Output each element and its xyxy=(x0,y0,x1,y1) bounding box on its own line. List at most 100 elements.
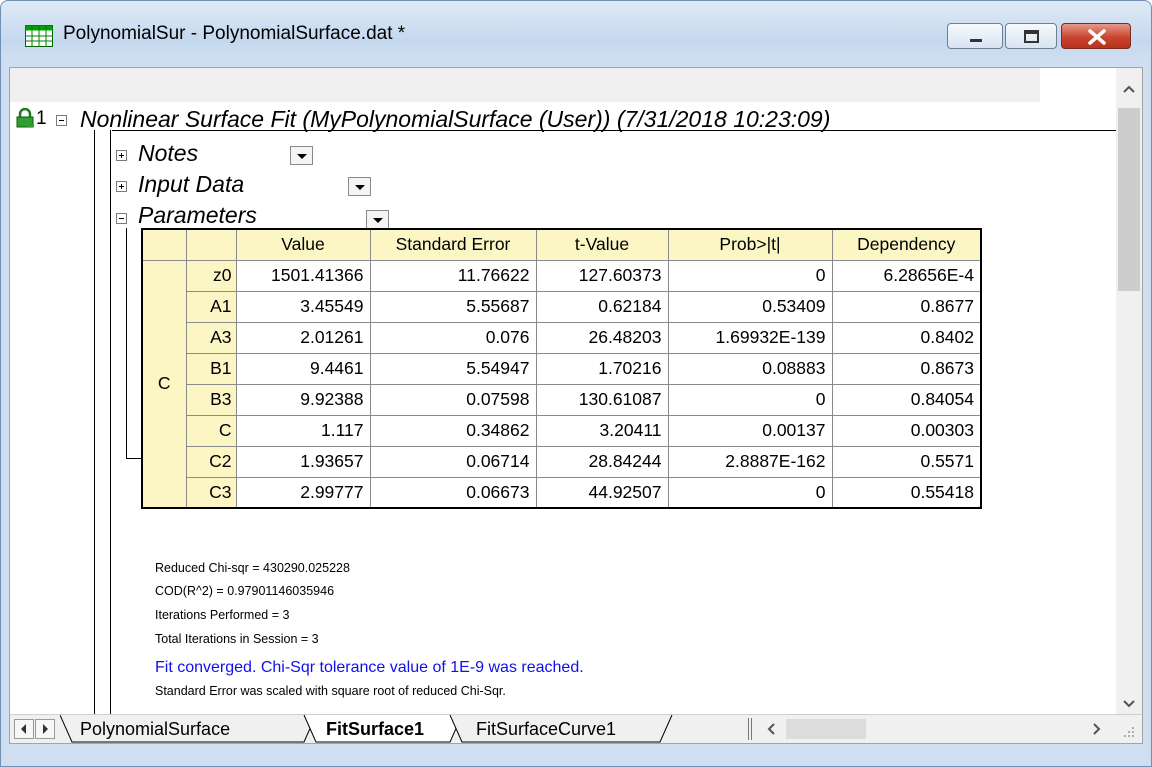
parameter-name[interactable]: B3 xyxy=(185,383,237,416)
section-parameters[interactable]: Parameters xyxy=(138,202,257,229)
column-header[interactable]: Dependency xyxy=(831,228,982,261)
input-data-dropdown[interactable] xyxy=(348,177,371,196)
parameter-name[interactable]: C2 xyxy=(185,445,237,478)
cell-t-value[interactable]: 1.70216 xyxy=(535,352,669,385)
tab-nav-left-button[interactable] xyxy=(14,719,34,739)
column-header[interactable]: Standard Error xyxy=(369,228,537,261)
tree-line xyxy=(110,130,111,714)
minimize-button[interactable] xyxy=(947,23,1003,49)
maximize-button[interactable] xyxy=(1005,23,1057,49)
column-header[interactable]: t-Value xyxy=(535,228,669,261)
cell-t-value[interactable]: 0.62184 xyxy=(535,290,669,323)
cell-t-value[interactable]: 26.48203 xyxy=(535,321,669,354)
table-row: C 1.117 0.34862 3.20411 0.00137 0.00303 xyxy=(142,414,982,447)
parameter-name[interactable]: B1 xyxy=(185,352,237,385)
cod-text: COD(R^2) = 0.97901146035946 xyxy=(155,584,335,598)
table-corner xyxy=(141,228,187,261)
cell-value[interactable]: 9.4461 xyxy=(235,352,371,385)
scroll-left-icon[interactable] xyxy=(762,719,782,739)
cell-t-value[interactable]: 130.61087 xyxy=(535,383,669,416)
close-icon xyxy=(1088,29,1106,45)
cell-standard-error[interactable]: 0.076 xyxy=(369,321,537,354)
report-sheet[interactable]: 1 Nonlinear Surface Fit (MyPolynomialSur… xyxy=(10,68,1116,714)
parameter-group: C xyxy=(141,259,187,509)
cell-standard-error[interactable]: 0.06714 xyxy=(369,445,537,478)
scroll-up-icon[interactable] xyxy=(1116,76,1142,102)
cell-dependency[interactable]: 0.84054 xyxy=(831,383,982,416)
title-bar[interactable]: PolynomialSur - PolynomialSurface.dat * xyxy=(1,1,1151,49)
cell-t-value[interactable]: 3.20411 xyxy=(535,414,669,447)
cell-dependency[interactable]: 0.8677 xyxy=(831,290,982,323)
close-button[interactable] xyxy=(1061,23,1131,49)
cell-prob[interactable]: 0.00137 xyxy=(667,414,833,447)
table-row: C z0 1501.41366 11.76622 127.60373 0 6.2… xyxy=(141,259,982,509)
cell-standard-error[interactable]: 0.07598 xyxy=(369,383,537,416)
scaled-message: Standard Error was scaled with square ro… xyxy=(155,684,506,698)
parameter-name[interactable]: A3 xyxy=(185,321,237,354)
cell-prob[interactable]: 0 xyxy=(667,383,833,416)
maximize-icon xyxy=(1024,30,1039,43)
tab-fitsurface1[interactable]: FitSurface1 xyxy=(326,715,424,743)
collapse-icon[interactable] xyxy=(116,213,127,224)
table-row: B3 9.92388 0.07598 130.61087 0 0.84054 xyxy=(142,383,982,416)
collapse-icon[interactable] xyxy=(56,115,67,126)
vertical-scroll-thumb[interactable] xyxy=(1118,108,1140,291)
scroll-left-icon xyxy=(21,724,26,734)
cell-prob[interactable]: 2.8887E-162 xyxy=(667,445,833,478)
cell-prob[interactable]: 0.08883 xyxy=(667,352,833,385)
cell-dependency[interactable]: 6.28656E-4 xyxy=(831,259,982,292)
tree-line xyxy=(126,228,127,458)
cell-value[interactable]: 1.117 xyxy=(235,414,371,447)
vertical-scrollbar[interactable] xyxy=(1116,68,1142,714)
cell-t-value[interactable]: 127.60373 xyxy=(535,259,669,292)
parameter-name[interactable]: A1 xyxy=(185,290,237,323)
tab-nav-right-button[interactable] xyxy=(35,719,55,739)
parameter-name[interactable]: z0 xyxy=(185,259,237,292)
section-input-data[interactable]: Input Data xyxy=(138,171,244,198)
parameter-name[interactable]: C3 xyxy=(185,476,237,509)
cell-value[interactable]: 2.01261 xyxy=(235,321,371,354)
parameter-name[interactable]: C xyxy=(185,414,237,447)
table-corner xyxy=(185,228,237,261)
cell-dependency[interactable]: 0.8673 xyxy=(831,352,982,385)
tab-splitter[interactable] xyxy=(748,718,752,740)
converged-message: Fit converged. Chi-Sqr tolerance value o… xyxy=(155,659,584,676)
cell-prob[interactable]: 1.69932E-139 xyxy=(667,321,833,354)
cell-standard-error[interactable]: 0.34862 xyxy=(369,414,537,447)
cell-value[interactable]: 9.92388 xyxy=(235,383,371,416)
notes-dropdown[interactable] xyxy=(290,146,313,165)
cell-dependency[interactable]: 0.55418 xyxy=(831,476,982,509)
cell-value[interactable]: 1501.41366 xyxy=(235,259,371,292)
cell-standard-error[interactable]: 0.06673 xyxy=(369,476,537,509)
minimize-icon xyxy=(970,39,982,42)
tab-polynomialsurface[interactable]: PolynomialSurface xyxy=(80,715,230,743)
parameters-table: Value Standard Error t-Value Prob>|t| De… xyxy=(141,228,982,509)
cell-value[interactable]: 2.99777 xyxy=(235,476,371,509)
cell-standard-error[interactable]: 5.55687 xyxy=(369,290,537,323)
section-notes[interactable]: Notes xyxy=(138,140,198,167)
cell-standard-error[interactable]: 5.54947 xyxy=(369,352,537,385)
column-header[interactable]: Prob>|t| xyxy=(667,228,833,261)
cell-dependency[interactable]: 0.5571 xyxy=(831,445,982,478)
expand-icon[interactable] xyxy=(116,150,127,161)
column-header[interactable]: Value xyxy=(235,228,371,261)
parameters-dropdown[interactable] xyxy=(366,210,389,229)
cell-t-value[interactable]: 28.84244 xyxy=(535,445,669,478)
cell-t-value[interactable]: 44.92507 xyxy=(535,476,669,509)
expand-icon[interactable] xyxy=(116,181,127,192)
tree-line xyxy=(94,130,95,714)
cell-prob[interactable]: 0.53409 xyxy=(667,290,833,323)
row-number: 1 xyxy=(36,108,47,129)
cell-value[interactable]: 1.93657 xyxy=(235,445,371,478)
cell-dependency[interactable]: 0.00303 xyxy=(831,414,982,447)
cell-value[interactable]: 3.45549 xyxy=(235,290,371,323)
tab-fitsurfacecurve1[interactable]: FitSurfaceCurve1 xyxy=(476,715,616,743)
cell-standard-error[interactable]: 11.76622 xyxy=(369,259,537,292)
table-row: B1 9.4461 5.54947 1.70216 0.08883 0.8673 xyxy=(142,352,982,385)
cell-prob[interactable]: 0 xyxy=(667,476,833,509)
cell-prob[interactable]: 0 xyxy=(667,259,833,292)
cell-dependency[interactable]: 0.8402 xyxy=(831,321,982,354)
scroll-right-icon[interactable] xyxy=(1086,719,1106,739)
resize-grip-icon[interactable] xyxy=(1122,725,1136,739)
horizontal-scroll-thumb[interactable] xyxy=(786,719,866,739)
